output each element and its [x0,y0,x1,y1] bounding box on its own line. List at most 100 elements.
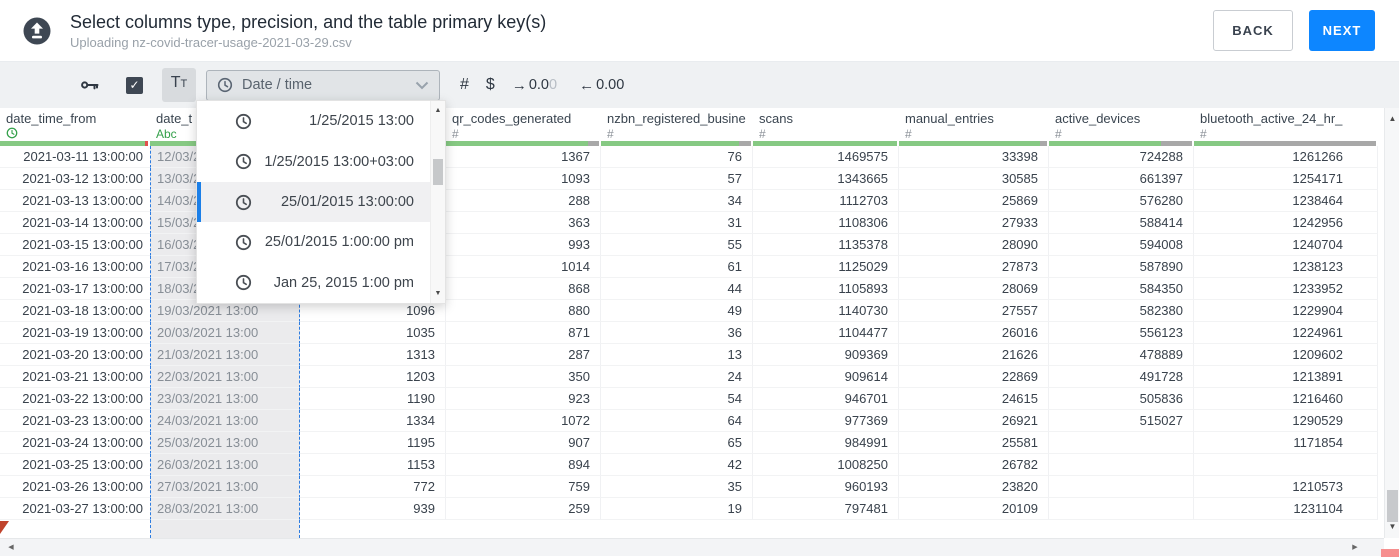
scroll-up-arrow[interactable] [1385,112,1399,126]
cell: 1153 [300,454,446,476]
currency-type-button[interactable]: $ [486,76,495,94]
cell: 759 [446,476,601,498]
dropdown-item[interactable]: Jan 25, 2015 1:00 pm [197,262,430,304]
cell: 26782 [899,454,1049,476]
cell: 939 [300,498,446,520]
cell: 1254171 [1194,168,1378,190]
clock-icon [235,113,252,129]
column-name: bluetooth_active_24_hr_ [1200,111,1343,126]
cell: 2021-03-25 13:00:00 [0,454,150,476]
cell: 923 [446,388,601,410]
number-type-button[interactable]: # [460,76,469,94]
datetime-format-select[interactable]: Date / time [206,69,440,101]
cell: 1233952 [1194,278,1378,300]
horizontal-scrollbar[interactable] [0,538,1384,556]
cell: 797481 [753,498,899,520]
increase-precision-button[interactable]: → 0.0 0 [512,77,557,94]
cell: 2021-03-23 13:00:00 [0,410,150,432]
cell: 1238464 [1194,190,1378,212]
topbar: Select columns type, precision, and the … [0,0,1399,62]
cell: 2021-03-22 13:00:00 [0,388,150,410]
csv-upload-wizard: Select columns type, precision, and the … [0,0,1399,560]
table-row: 2021-03-21 13:00:00 22/03/2021 13:00 1203 3… [0,366,1378,388]
cell: 33398 [899,146,1049,168]
cell: 1238123 [1194,256,1378,278]
column-type: # [452,127,600,141]
column-header-date_time_from[interactable]: date_time_from [0,108,150,146]
cell: 505836 [1049,388,1194,410]
dropdown-item[interactable]: 1/25/2015 13:00 [197,101,430,142]
cell: 26/03/2021 13:00 [150,454,300,476]
column-header-scans[interactable]: scans # [753,108,899,146]
cell: 2021-03-15 13:00:00 [0,234,150,256]
decrease-precision-button[interactable]: ← 0.00 [579,77,624,94]
cell: 1125029 [753,256,899,278]
column-header-nzbn_registered_busine[interactable]: nzbn_registered_busine # [601,108,753,146]
column-name: manual_entries [905,111,994,126]
cell: 21/03/2021 13:00 [150,344,300,366]
arrow-left-icon: ← [579,76,595,94]
clock-icon [6,127,18,139]
table-row: 2021-03-19 13:00:00 20/03/2021 13:00 1035 8… [0,322,1378,344]
cell: 588414 [1049,212,1194,234]
cell: 1171854 [1194,432,1378,454]
cell: 871 [446,322,601,344]
vertical-scrollbar-thumb[interactable] [1387,490,1398,522]
cell: 478889 [1049,344,1194,366]
dropdown-item-label: 25/01/2015 13:00:00 [280,194,414,211]
column-header-qr_codes_generated[interactable]: qr_codes_generated # [446,108,601,146]
cell: 984991 [753,432,899,454]
cell: 1135378 [753,234,899,256]
next-button[interactable]: NEXT [1309,10,1375,51]
cell: 28069 [899,278,1049,300]
dropdown-scrollbar-thumb[interactable] [433,159,443,185]
cell: 54 [601,388,753,410]
cell: 22/03/2021 13:00 [150,366,300,388]
table-row: 2021-03-26 13:00:00 27/03/2021 13:00 772 75… [0,476,1378,498]
cell: 31 [601,212,753,234]
wizard-actions: BACK NEXT [1213,10,1375,51]
clock-icon [235,234,252,251]
dropdown-scroll-up-arrow[interactable] [431,104,445,117]
select-column-checkbox[interactable]: ✓ [126,76,143,94]
cell: 1190 [300,388,446,410]
scroll-left-arrow[interactable] [4,542,18,554]
scroll-down-arrow[interactable] [1385,520,1399,534]
column-name: qr_codes_generated [452,111,572,126]
dropdown-item[interactable]: 25/01/2015 13:00:00 [197,181,430,223]
cell: 20109 [899,498,1049,520]
cell: 868 [446,278,601,300]
text-type-button[interactable]: TT [162,68,196,102]
dropdown-scroll-down-arrow[interactable] [431,287,445,300]
cell: 25869 [899,190,1049,212]
cell [1049,454,1194,476]
cell: 23/03/2021 13:00 [150,388,300,410]
cell: 65 [601,432,753,454]
cell: 26921 [899,410,1049,432]
dropdown-scrollbar[interactable] [430,101,445,303]
cell: 26016 [899,322,1049,344]
dropdown-item[interactable]: 25/01/2015 1:00:00 pm [197,222,430,263]
column-type: # [607,127,752,141]
cell: 25/03/2021 13:00 [150,432,300,454]
column-type: # [1055,127,1193,141]
back-button[interactable]: BACK [1213,10,1293,51]
dropdown-item[interactable]: 1/25/2015 13:00+03:00 [197,141,430,182]
cell: 1104477 [753,322,899,344]
cell: 55 [601,234,753,256]
cell: 64 [601,410,753,432]
column-header-active_devices[interactable]: active_devices # [1049,108,1194,146]
cell: 1224961 [1194,322,1378,344]
vertical-scrollbar[interactable] [1384,108,1399,538]
cell: 1334 [300,410,446,432]
cell: 1035 [300,322,446,344]
scroll-right-arrow[interactable] [1348,542,1362,554]
chevron-down-icon [415,81,429,89]
column-header-bluetooth_active_24_hr_[interactable]: bluetooth_active_24_hr_ # [1194,108,1378,146]
cell: 61 [601,256,753,278]
column-type-label: # [1055,127,1062,141]
cell: 1210573 [1194,476,1378,498]
column-header-manual_entries[interactable]: manual_entries # [899,108,1049,146]
primary-key-button[interactable] [80,75,100,95]
column-type-label: # [905,127,912,141]
